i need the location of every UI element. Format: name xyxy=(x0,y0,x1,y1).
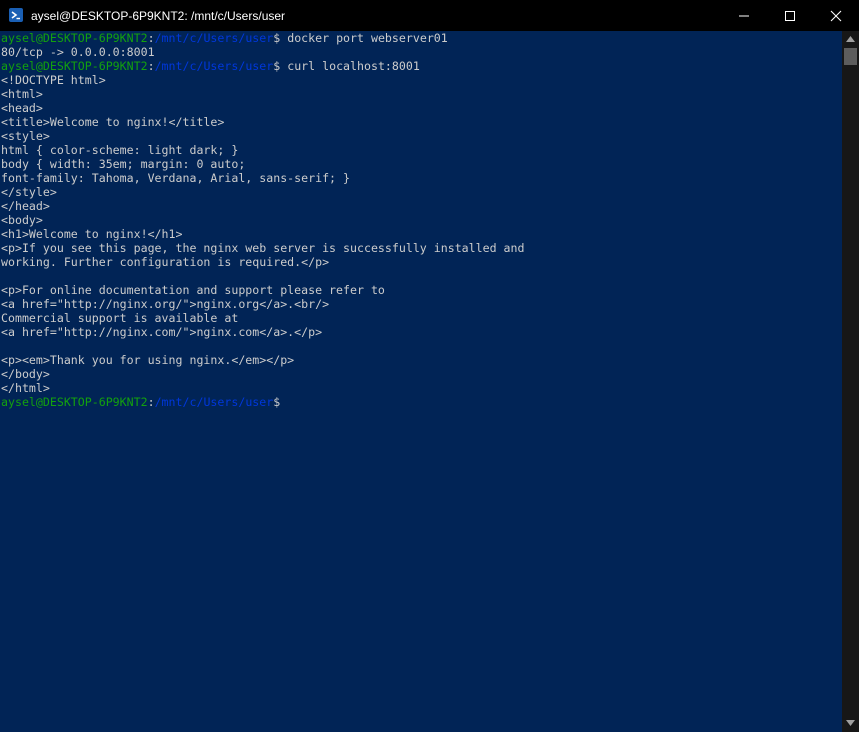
terminal-output[interactable]: aysel@DESKTOP-6P9KNT2:/mnt/c/Users/user$… xyxy=(0,31,842,732)
output-line: <a href="http://nginx.org/">nginx.org</a… xyxy=(1,297,330,311)
command-line: aysel@DESKTOP-6P9KNT2:/mnt/c/Users/user$… xyxy=(1,31,448,45)
output-line: <p><em>Thank you for using nginx.</em></… xyxy=(1,353,295,367)
output-line: <title>Welcome to nginx!</title> xyxy=(1,115,225,129)
scroll-down-button[interactable] xyxy=(842,715,859,732)
prompt-dollar: $ xyxy=(273,395,281,409)
output-line: <html> xyxy=(1,87,43,101)
command-text: docker port webserver01 xyxy=(280,31,448,45)
close-button[interactable] xyxy=(813,0,859,31)
powershell-icon xyxy=(9,8,23,22)
prompt-path: /mnt/c/Users/user xyxy=(154,59,274,73)
output-line: </head> xyxy=(1,199,50,213)
close-icon xyxy=(830,10,842,22)
output-line: <a href="http://nginx.com/">nginx.com</a… xyxy=(1,325,323,339)
window-title: aysel@DESKTOP-6P9KNT2: /mnt/c/Users/user xyxy=(31,9,286,23)
command-line: aysel@DESKTOP-6P9KNT2:/mnt/c/Users/user$… xyxy=(1,59,420,73)
prompt-line[interactable]: aysel@DESKTOP-6P9KNT2:/mnt/c/Users/user$ xyxy=(1,395,280,409)
output-line: working. Further configuration is requir… xyxy=(1,255,330,269)
prompt-separator: : xyxy=(147,31,155,45)
maximize-icon xyxy=(785,11,795,21)
output-line: </style> xyxy=(1,185,57,199)
scroll-down-arrow-icon xyxy=(846,720,855,726)
prompt-path: /mnt/c/Users/user xyxy=(154,31,274,45)
output-line: </body> xyxy=(1,367,50,381)
prompt-user-host: aysel@DESKTOP-6P9KNT2 xyxy=(1,59,148,73)
scroll-up-button[interactable] xyxy=(842,31,859,48)
output-line: <style> xyxy=(1,129,50,143)
output-line: 80/tcp -> 0.0.0.0:8001 xyxy=(1,45,155,59)
output-line: font-family: Tahoma, Verdana, Arial, san… xyxy=(1,171,351,185)
prompt-user-host: aysel@DESKTOP-6P9KNT2 xyxy=(1,395,148,409)
title-bar[interactable]: aysel@DESKTOP-6P9KNT2: /mnt/c/Users/user xyxy=(0,0,859,31)
output-line: <head> xyxy=(1,101,43,115)
vertical-scrollbar[interactable] xyxy=(842,31,859,732)
prompt-separator: : xyxy=(147,395,155,409)
scroll-thumb[interactable] xyxy=(844,48,857,65)
minimize-button[interactable] xyxy=(721,0,767,31)
output-line: <h1>Welcome to nginx!</h1> xyxy=(1,227,183,241)
minimize-icon xyxy=(739,15,749,17)
output-line: <!DOCTYPE html> xyxy=(1,73,106,87)
output-line: <p>For online documentation and support … xyxy=(1,283,385,297)
prompt-user-host: aysel@DESKTOP-6P9KNT2 xyxy=(1,31,148,45)
scroll-up-arrow-icon xyxy=(846,36,855,42)
output-line: <p>If you see this page, the nginx web s… xyxy=(1,241,525,255)
output-line: body { width: 35em; margin: 0 auto; xyxy=(1,157,246,171)
prompt-path: /mnt/c/Users/user xyxy=(154,395,274,409)
command-text: curl localhost:8001 xyxy=(280,59,420,73)
terminal-window: aysel@DESKTOP-6P9KNT2: /mnt/c/Users/user… xyxy=(0,0,859,732)
output-line: Commercial support is available at xyxy=(1,311,239,325)
output-line: <body> xyxy=(1,213,43,227)
prompt-separator: : xyxy=(147,59,155,73)
maximize-button[interactable] xyxy=(767,0,813,31)
output-line: </html> xyxy=(1,381,50,395)
output-line: html { color-scheme: light dark; } xyxy=(1,143,239,157)
